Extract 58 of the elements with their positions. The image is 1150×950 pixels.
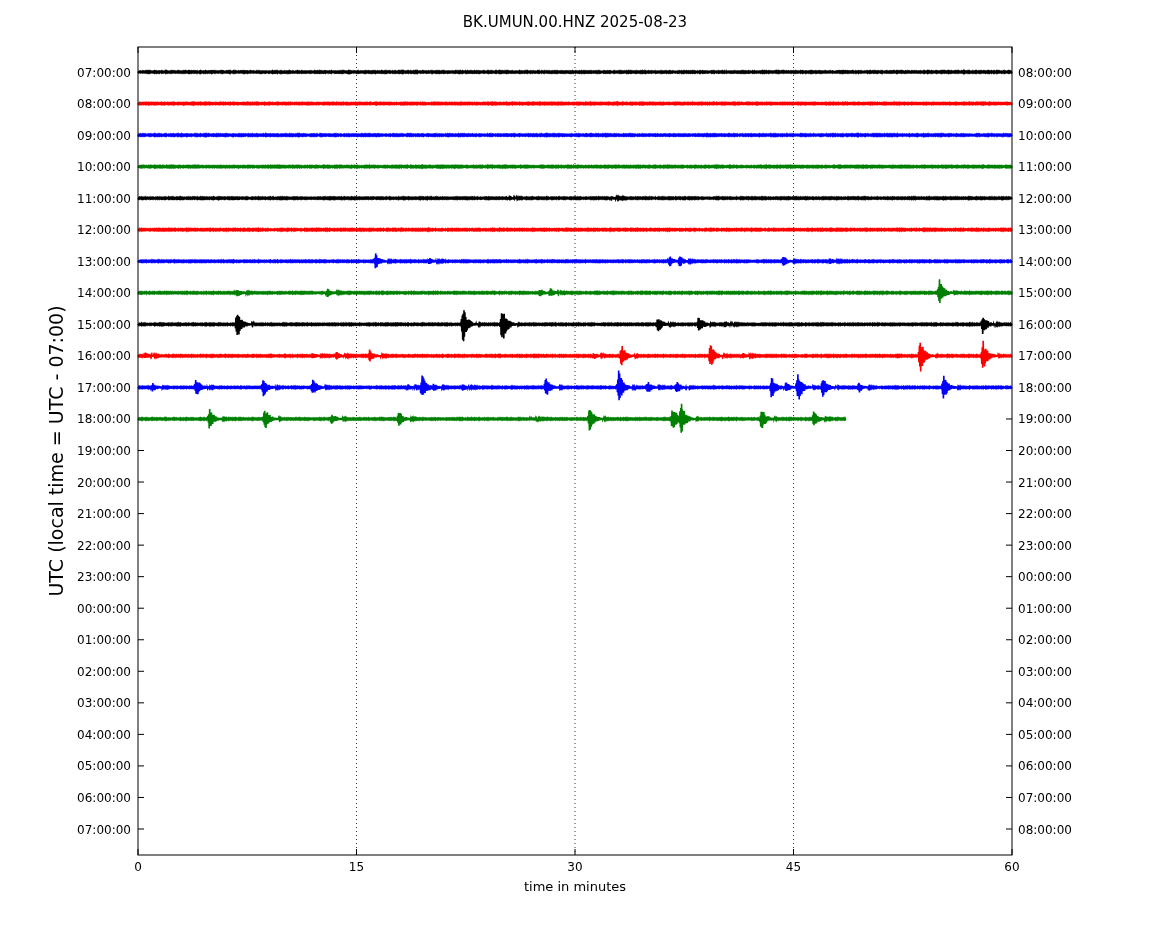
- time-label: 10:00:00: [1018, 128, 1072, 143]
- x-axis-label: time in minutes: [523, 879, 627, 894]
- time-label: 07:00:00: [77, 822, 131, 837]
- time-label: 09:00:00: [77, 128, 131, 143]
- time-label: 02:00:00: [1018, 633, 1072, 648]
- time-label: 05:00:00: [77, 759, 131, 774]
- time-label: 04:00:00: [77, 727, 131, 742]
- time-label: 15:00:00: [77, 317, 131, 332]
- time-label: 21:00:00: [1018, 475, 1072, 490]
- time-label: 03:00:00: [77, 696, 131, 711]
- time-label: 19:00:00: [1018, 412, 1072, 427]
- time-label: 13:00:00: [77, 254, 131, 269]
- time-label: 22:00:00: [77, 538, 131, 553]
- time-label: 03:00:00: [1018, 664, 1072, 679]
- time-label: 12:00:00: [77, 223, 131, 238]
- time-label: 07:00:00: [77, 65, 131, 80]
- time-label: 22:00:00: [1018, 507, 1072, 522]
- time-label: 10:00:00: [77, 160, 131, 175]
- time-label: 16:00:00: [1018, 317, 1072, 332]
- time-label: 06:00:00: [1018, 759, 1072, 774]
- time-label: 00:00:00: [1018, 570, 1072, 585]
- time-label: 14:00:00: [1018, 254, 1072, 269]
- axis-tick-label: 60: [1004, 860, 1020, 874]
- time-label: 17:00:00: [1018, 349, 1072, 364]
- time-label: 18:00:00: [77, 412, 131, 427]
- time-label: 01:00:00: [1018, 601, 1072, 616]
- time-label: 15:00:00: [1018, 286, 1072, 301]
- time-label: 01:00:00: [77, 633, 131, 648]
- y-axis-label: UTC (local time = UTC - 07:00): [45, 305, 67, 597]
- axis-tick-label: 0: [134, 860, 142, 874]
- time-label: 11:00:00: [77, 191, 131, 206]
- time-label: 12:00:00: [1018, 191, 1072, 206]
- time-label: 17:00:00: [77, 380, 131, 395]
- time-label: 14:00:00: [77, 286, 131, 301]
- time-label: 16:00:00: [77, 349, 131, 364]
- time-label: 06:00:00: [77, 790, 131, 805]
- time-label: 08:00:00: [1018, 822, 1072, 837]
- time-label: 09:00:00: [1018, 97, 1072, 112]
- time-label: 02:00:00: [77, 664, 131, 679]
- time-label: 05:00:00: [1018, 727, 1072, 742]
- chart-title: BK.UMUN.00.HNZ 2025-08-23: [462, 13, 688, 31]
- time-label: 08:00:00: [77, 97, 131, 112]
- time-label: 00:00:00: [77, 601, 131, 616]
- time-label: 21:00:00: [77, 507, 131, 522]
- time-label: 07:00:00: [1018, 790, 1072, 805]
- axis-tick-label: 45: [785, 860, 802, 874]
- time-label: 04:00:00: [1018, 696, 1072, 711]
- time-label: 08:00:00: [1018, 65, 1072, 80]
- time-label: 20:00:00: [1018, 444, 1072, 458]
- time-label: 19:00:00: [77, 444, 131, 458]
- axis-tick-label: 15: [348, 860, 365, 874]
- time-label: 18:00:00: [1018, 380, 1072, 395]
- time-label: 13:00:00: [1018, 223, 1072, 238]
- time-label: 11:00:00: [1018, 160, 1072, 175]
- time-label: 20:00:00: [77, 475, 131, 490]
- axis-tick-label: 30: [567, 860, 583, 874]
- time-label: 23:00:00: [77, 570, 131, 585]
- time-label: 23:00:00: [1018, 538, 1072, 553]
